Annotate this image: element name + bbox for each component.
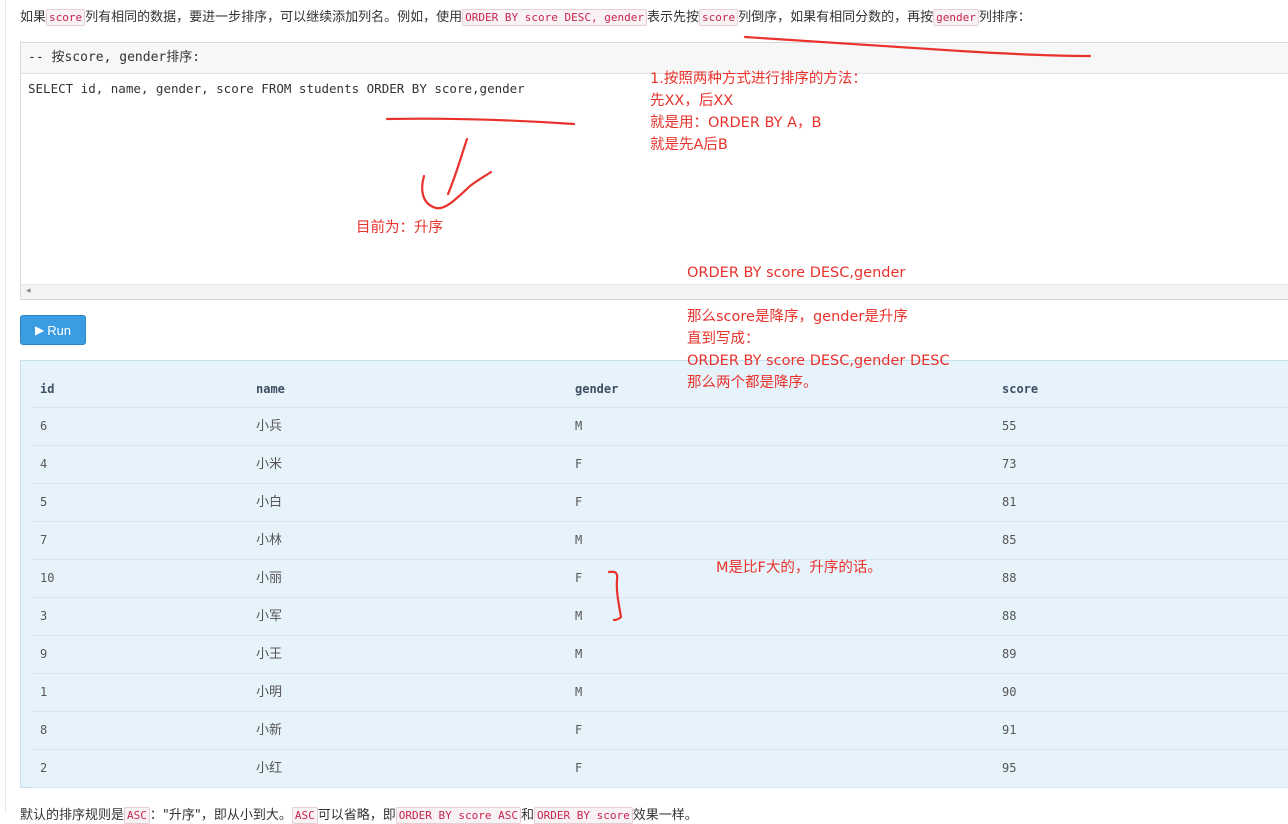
cell-score: 88 <box>1002 571 1017 585</box>
cell-name: 小林 <box>256 533 283 548</box>
table-row: 4 小米 F 73 <box>31 446 1288 484</box>
cell-score: 91 <box>1002 723 1017 737</box>
run-button-label: Run <box>47 322 72 338</box>
cell-gender: M <box>575 533 583 547</box>
table-row: 5 小白 F 81 <box>31 484 1288 522</box>
annotation-two-column-sort: 1.按照两种方式进行排序的方法： 先XX，后XX 就是用：ORDER BY A，… <box>650 68 867 156</box>
cell-score: 55 <box>1002 419 1017 433</box>
table-row: 7 小林 M 85 <box>31 522 1288 560</box>
annotation-line: 那么score是降序，gender是升序 <box>687 309 908 325</box>
annotation-line <box>687 284 950 306</box>
footer-text-4: 和 <box>520 808 534 823</box>
cell-id: 7 <box>40 533 48 547</box>
cell-name: 小明 <box>256 685 283 700</box>
table-row: 6 小兵 M 55 <box>31 408 1288 446</box>
cell-score: 88 <box>1002 609 1017 623</box>
column-header-name: name <box>256 382 285 396</box>
annotation-m-greater-than-f: M是比F大的，升序的话。 <box>716 560 882 576</box>
annotation-line: ORDER BY score DESC,gender DESC <box>687 353 950 369</box>
intro-text-3: 表示先按 <box>646 10 699 25</box>
annotation-line: 就是先A后B <box>650 137 728 153</box>
cell-name: 小兵 <box>256 419 283 434</box>
annotation-line: 1.按照两种方式进行排序的方法： <box>650 71 867 87</box>
annotation-line: 那么两个都是降序。 <box>687 375 818 391</box>
table-row: 9 小王 M 89 <box>31 636 1288 674</box>
cell-name: 小白 <box>256 495 283 510</box>
cell-name: 小米 <box>256 457 283 472</box>
inline-code-order-asc: ORDER BY score ASC <box>395 807 521 824</box>
editor-horizontal-scrollbar[interactable]: ◂ <box>21 284 1288 299</box>
cell-id: 8 <box>40 723 48 737</box>
annotation-desc-explanation: ORDER BY score DESC,gender 那么score是降序，ge… <box>687 262 950 394</box>
column-header-score: score <box>1002 382 1039 396</box>
cell-score: 95 <box>1002 761 1017 775</box>
column-header-gender: gender <box>575 382 619 396</box>
cell-gender: M <box>575 609 583 623</box>
cell-gender: F <box>575 457 583 471</box>
editor-sql-code[interactable]: SELECT id, name, gender, score FROM stud… <box>28 81 525 96</box>
cell-name: 小军 <box>256 609 283 624</box>
cell-id: 4 <box>40 457 48 471</box>
cell-gender: F <box>575 723 583 737</box>
cell-id: 9 <box>40 647 48 661</box>
cell-gender: F <box>575 495 583 509</box>
cell-id: 1 <box>40 685 48 699</box>
cell-score: 90 <box>1002 685 1017 699</box>
cell-gender: M <box>575 647 583 661</box>
cell-id: 2 <box>40 761 48 775</box>
cell-name: 小新 <box>256 723 283 738</box>
table-row: 8 小新 F 91 <box>31 712 1288 750</box>
footer-text-1: 默认的排序规则是 <box>20 808 125 823</box>
table-row: 10 小丽 F 88 <box>31 560 1288 598</box>
footer-text-2: ："升序"，即从小到大。 <box>149 808 292 823</box>
run-button[interactable]: ▶ Run <box>20 315 86 345</box>
inline-code-order-by: ORDER BY score DESC, gender <box>462 9 647 26</box>
inline-code-asc: ASC <box>124 807 150 824</box>
cell-name: 小丽 <box>256 571 283 586</box>
footer-text-3: 可以省略，即 <box>317 808 396 823</box>
cell-id: 6 <box>40 419 48 433</box>
scroll-left-icon[interactable]: ◂ <box>26 286 31 296</box>
intro-text-1: 如果 <box>20 10 47 25</box>
inline-code-order-score: ORDER BY score <box>533 807 633 824</box>
cell-id: 5 <box>40 495 48 509</box>
footer-paragraph: 默认的排序规则是 ASC ："升序"，即从小到大。 ASC 可以省略，即 ORDER BY… <box>20 804 698 824</box>
annotation-line: 直到写成： <box>687 331 760 347</box>
annotation-current-ascending: 目前为：升序 <box>356 220 443 236</box>
cell-score: 89 <box>1002 647 1017 661</box>
cell-gender: F <box>575 761 583 775</box>
inline-code-gender: gender <box>933 9 979 26</box>
column-header-id: id <box>40 382 55 396</box>
inline-code-score: score <box>46 9 86 26</box>
footer-text-5: 效果一样。 <box>632 808 698 823</box>
intro-text-2: 列有相同的数据，要进一步排序，可以继续添加列名。例如，使用 <box>85 10 463 25</box>
annotation-line: 先XX，后XX <box>650 93 734 109</box>
intro-text-4: 列倒序，如果有相同分数的，再按 <box>738 10 934 25</box>
cell-score: 81 <box>1002 495 1017 509</box>
cell-score: 85 <box>1002 533 1017 547</box>
play-icon: ▶ <box>34 323 45 337</box>
table-row: 1 小明 M 90 <box>31 674 1288 712</box>
intro-paragraph: 如果 score 列有相同的数据，要进一步排序，可以继续添加列名。例如，使用 ORDE… <box>20 6 1031 26</box>
cell-id: 10 <box>40 571 55 585</box>
table-row: 2 小红 F 95 <box>31 750 1288 788</box>
cell-score: 73 <box>1002 457 1017 471</box>
annotation-line: 就是用：ORDER BY A，B <box>650 115 822 131</box>
cell-gender: M <box>575 685 583 699</box>
cell-id: 3 <box>40 609 48 623</box>
result-table: id name gender score 6 小兵 M 55 4 小米 F 73… <box>31 371 1288 788</box>
inline-code-score-2: score <box>698 9 739 26</box>
intro-text-5: 列排序： <box>978 10 1031 25</box>
cell-gender: F <box>575 571 583 585</box>
cell-gender: M <box>575 419 583 433</box>
inline-code-asc-2: ASC <box>291 807 318 824</box>
cell-name: 小王 <box>256 647 283 662</box>
result-panel: id name gender score 6 小兵 M 55 4 小米 F 73… <box>20 360 1288 788</box>
cell-name: 小红 <box>256 761 283 776</box>
left-border-line <box>5 0 6 812</box>
annotation-line: ORDER BY score DESC,gender <box>687 265 906 281</box>
table-row: 3 小军 M 88 <box>31 598 1288 636</box>
table-header-row: id name gender score <box>31 371 1288 408</box>
